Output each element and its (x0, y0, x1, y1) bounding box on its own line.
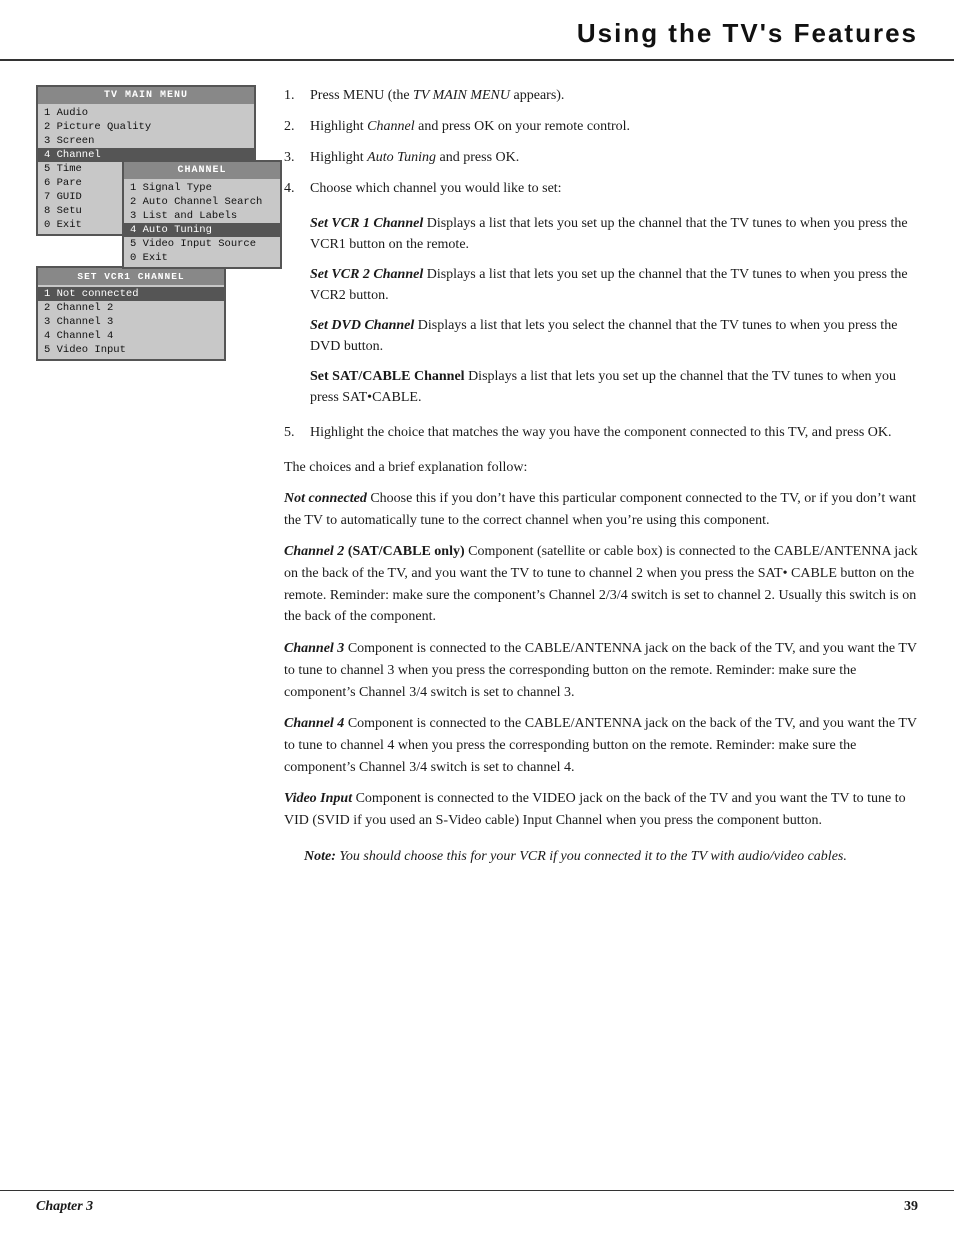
tv-main-menu-box: TV MAIN MENU 1 Audio 2 Picture Quality 3… (36, 85, 256, 236)
step-2: 2. Highlight Channel and press OK on you… (284, 116, 918, 137)
note-block: Note: You should choose this for your VC… (304, 846, 918, 868)
left-column: TV MAIN MENU 1 Audio 2 Picture Quality 3… (36, 85, 256, 867)
step1-italic: TV MAIN MENU (413, 88, 510, 103)
step3-italic: Auto Tuning (367, 150, 436, 165)
footer-page: 39 (904, 1199, 918, 1215)
channel-menu-title: CHANNEL (124, 162, 280, 179)
vcr1-menu-box: SET VCR1 CHANNEL 1 Not connected 2 Chann… (36, 266, 226, 361)
step-3: 3. Highlight Auto Tuning and press OK. (284, 147, 918, 168)
vcr1-menu-title: SET VCR1 CHANNEL (38, 268, 224, 285)
video-term: Video Input (284, 791, 352, 806)
vcr2-option: Set VCR 2 Channel Displays a list that l… (310, 264, 918, 306)
step2-start: Highlight (310, 119, 364, 134)
ch3-block: Channel 3 Component is connected to the … (284, 638, 918, 703)
ch4-term: Channel 4 (284, 716, 344, 731)
vcr1-option: Set VCR 1 Channel Displays a list that l… (310, 213, 918, 255)
page-footer: Chapter 3 39 (0, 1190, 954, 1215)
step3-end: and press OK. (440, 150, 520, 165)
dvd-term: Set DVD Channel (310, 318, 414, 333)
video-desc: Component is connected to the VIDEO jack… (284, 791, 906, 828)
dvd-option: Set DVD Channel Displays a list that let… (310, 315, 918, 357)
not-connected-term: Not connected (284, 491, 367, 506)
vcr1-item-not-connected[interactable]: 1 Not connected (38, 287, 224, 301)
ch4-block: Channel 4 Component is connected to the … (284, 713, 918, 778)
vcr1-menu-items: 1 Not connected 2 Channel 2 3 Channel 3 … (38, 285, 224, 359)
footer-chapter: Chapter 3 (36, 1199, 93, 1215)
step1-text: Press MENU (the (310, 88, 410, 103)
ch3-term: Channel 3 (284, 641, 344, 656)
channel-item-signal[interactable]: 1 Signal Type (124, 181, 280, 195)
tv-main-menu-title: TV MAIN MENU (38, 87, 254, 104)
not-connected-block: Not connected Choose this if you don’t h… (284, 488, 918, 531)
step5-text: Highlight the choice that matches the wa… (310, 422, 918, 443)
page-title: Using the TV's Features (36, 18, 918, 49)
channel-item-video-source[interactable]: 5 Video Input Source (124, 237, 280, 251)
choices-intro: The choices and a brief explanation foll… (284, 457, 918, 478)
menu-item-picture[interactable]: 2 Picture Quality (38, 120, 254, 134)
not-connected-desc: Choose this if you don’t have this parti… (284, 491, 916, 528)
tv-main-menu-container: TV MAIN MENU 1 Audio 2 Picture Quality 3… (36, 85, 256, 236)
channel-item-auto-search[interactable]: 2 Auto Channel Search (124, 195, 280, 209)
right-column: 1. Press MENU (the TV MAIN MENU appears)… (284, 85, 918, 867)
menu-item-audio[interactable]: 1 Audio (38, 106, 254, 120)
main-content: TV MAIN MENU 1 Audio 2 Picture Quality 3… (0, 85, 954, 867)
ch2-block: Channel 2 (SAT/CABLE only) Component (sa… (284, 541, 918, 628)
step2-end: and press OK on your remote control. (418, 119, 630, 134)
step4-text: Choose which channel you would like to s… (310, 178, 918, 199)
vcr1-item-ch2[interactable]: 2 Channel 2 (38, 301, 224, 315)
channel-submenu: CHANNEL 1 Signal Type 2 Auto Channel Sea… (122, 160, 282, 269)
step-5: 5. Highlight the choice that matches the… (284, 422, 918, 443)
sat-term: Set SAT/CABLE Channel (310, 369, 465, 384)
vcr1-item-ch4[interactable]: 4 Channel 4 (38, 329, 224, 343)
sat-option: Set SAT/CABLE Channel Displays a list th… (310, 366, 918, 408)
channel-menu-items: 1 Signal Type 2 Auto Channel Search 3 Li… (124, 179, 280, 267)
step1-end: appears). (514, 88, 565, 103)
step-1: 1. Press MENU (the TV MAIN MENU appears)… (284, 85, 918, 106)
step-4: 4. Choose which channel you would like t… (284, 178, 918, 199)
channel-options: Set VCR 1 Channel Displays a list that l… (310, 213, 918, 408)
step5-list: 5. Highlight the choice that matches the… (284, 422, 918, 443)
ch3-desc: Component is connected to the CABLE/ANTE… (284, 641, 917, 699)
note-text: You should choose this for your VCR if y… (339, 849, 846, 864)
page-header: Using the TV's Features (0, 0, 954, 61)
tv-main-menu-items: 1 Audio 2 Picture Quality 3 Screen 4 Cha… (38, 104, 254, 234)
video-block: Video Input Component is connected to th… (284, 788, 918, 831)
menu-item-screen[interactable]: 3 Screen (38, 134, 254, 148)
note-label: Note: (304, 849, 336, 864)
ch2-term: Channel 2 (284, 544, 344, 559)
ch2-qualifier: (SAT/CABLE only) (348, 544, 465, 559)
channel-item-list[interactable]: 3 List and Labels (124, 209, 280, 223)
channel-item-auto-tuning[interactable]: 4 Auto Tuning (124, 223, 280, 237)
vcr1-item-ch3[interactable]: 3 Channel 3 (38, 315, 224, 329)
vcr1-term: Set VCR 1 Channel (310, 216, 423, 231)
step3-start: Highlight (310, 150, 364, 165)
step2-italic: Channel (367, 119, 414, 134)
instructions-list: 1. Press MENU (the TV MAIN MENU appears)… (284, 85, 918, 199)
ch4-desc: Component is connected to the CABLE/ANTE… (284, 716, 917, 774)
vcr1-item-video[interactable]: 5 Video Input (38, 343, 224, 357)
vcr2-term: Set VCR 2 Channel (310, 267, 423, 282)
channel-item-exit[interactable]: 0 Exit (124, 251, 280, 265)
vcr1-menu-container: SET VCR1 CHANNEL 1 Not connected 2 Chann… (36, 266, 256, 361)
